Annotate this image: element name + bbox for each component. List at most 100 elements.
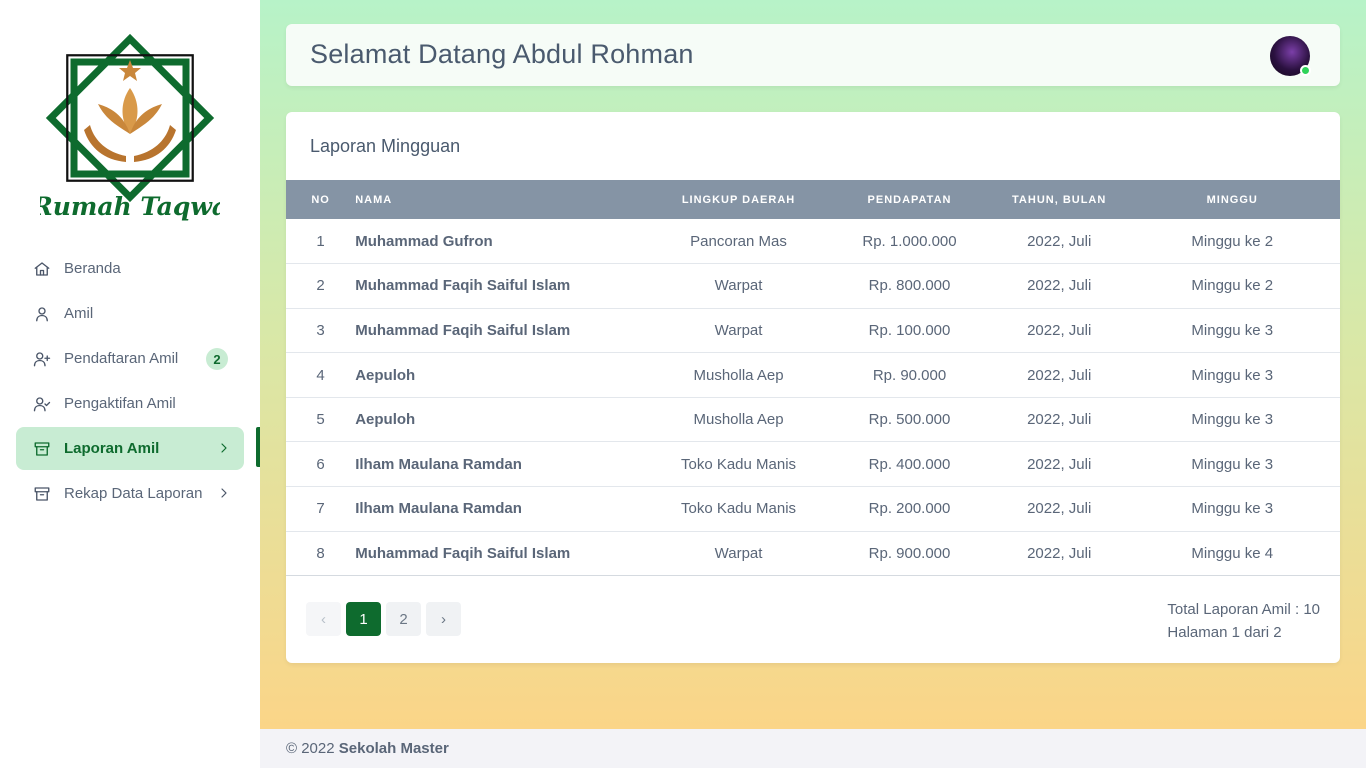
page-info-text: Halaman 1 dari 2 [1167, 624, 1282, 641]
next-page-button[interactable]: › [426, 602, 461, 636]
sidebar-item-beranda[interactable]: Beranda [16, 247, 244, 290]
cell-no: 7 [316, 500, 325, 518]
cell-minggu: Minggu ke 3 [1191, 455, 1274, 473]
previous-page-button[interactable]: ‹ [306, 602, 341, 636]
cell-nama: Muhammad Gufron [355, 232, 493, 250]
cell-no: 5 [316, 411, 325, 429]
sidebar: Rumah Taqwa Beranda Amil Pendaftaran Ami… [0, 0, 260, 768]
cell-lingkup-daerah: Toko Kadu Manis [680, 500, 797, 518]
cell-tahun-bulan: 2022, Juli [1027, 544, 1092, 562]
cell-pendapatan: Rp. 400.000 [868, 455, 951, 473]
cell-minggu: Minggu ke 2 [1191, 277, 1274, 295]
cell-nama: Muhammad Faqih Saiful Islam [355, 277, 571, 295]
cell-pendapatan: Rp. 90.000 [872, 366, 947, 384]
sidebar-item-label: Laporan Amil [64, 440, 160, 457]
archive-icon [32, 484, 52, 504]
pending-count-badge: 2 [206, 348, 228, 370]
cell-no: 1 [316, 232, 325, 250]
cell-lingkup-daerah: Warpat [714, 321, 763, 339]
cell-pendapatan: Rp. 500.000 [868, 411, 951, 429]
cell-nama: Aepuloh [355, 366, 416, 384]
table-header-row: NO NAMA LINGKUP DAERAH PENDAPATAN TAHUN,… [286, 180, 1340, 219]
sidebar-item-rekap-data-laporan[interactable]: Rekap Data Laporan [16, 472, 244, 515]
cell-pendapatan: Rp. 900.000 [868, 544, 951, 562]
column-header-nama[interactable]: NAMA [355, 180, 652, 219]
cell-pendapatan: Rp. 1.000.000 [862, 232, 957, 250]
cell-tahun-bulan: 2022, Juli [1027, 321, 1092, 339]
cell-nama: Ilham Maulana Ramdan [355, 500, 522, 518]
cell-lingkup-daerah: Toko Kadu Manis [680, 455, 797, 473]
table-row[interactable]: 1 Muhammad Gufron Pancoran Mas Rp. 1.000… [286, 219, 1340, 264]
cell-no: 6 [316, 455, 325, 473]
card-title: Laporan Mingguan [310, 136, 461, 156]
cell-pendapatan: Rp. 800.000 [868, 277, 951, 295]
cell-tahun-bulan: 2022, Juli [1027, 411, 1092, 429]
online-status-indicator [1300, 65, 1311, 76]
svg-text:Rumah Taqwa: Rumah Taqwa [40, 192, 220, 221]
report-table: NO NAMA LINGKUP DAERAH PENDAPATAN TAHUN,… [286, 180, 1340, 576]
sidebar-item-label: Pengaktifan Amil [64, 395, 176, 412]
footer-org-link[interactable]: Sekolah Master [339, 740, 449, 757]
table-row[interactable]: 4 Aepuloh Musholla Aep Rp. 90.000 2022, … [286, 353, 1340, 398]
table-row[interactable]: 2 Muhammad Faqih Saiful Islam Warpat Rp.… [286, 264, 1340, 309]
cell-lingkup-daerah: Musholla Aep [693, 411, 784, 429]
user-plus-icon [32, 349, 52, 369]
weekly-report-card: Laporan Mingguan NO NAMA LINGKUP DAERAH … [286, 112, 1340, 663]
cell-minggu: Minggu ke 3 [1191, 321, 1274, 339]
welcome-header: Selamat Datang Abdul Rohman [286, 24, 1340, 86]
footer: © 2022 Sekolah Master [260, 729, 1366, 768]
table-row[interactable]: 6 Ilham Maulana Ramdan Toko Kadu Manis R… [286, 442, 1340, 487]
main-content: Selamat Datang Abdul Rohman Laporan Ming… [260, 0, 1366, 729]
cell-minggu: Minggu ke 4 [1191, 544, 1274, 562]
total-reports-text: Total Laporan Amil : 10 [1167, 601, 1320, 618]
chevron-right-icon [216, 440, 232, 456]
sidebar-item-pengaktifan-amil[interactable]: Pengaktifan Amil [16, 382, 244, 425]
table-row[interactable]: 8 Muhammad Faqih Saiful Islam Warpat Rp.… [286, 531, 1340, 576]
cell-nama: Ilham Maulana Ramdan [355, 455, 522, 473]
column-header-lingkup-daerah[interactable]: LINGKUP DAERAH [652, 180, 825, 219]
page-1-button[interactable]: 1 [346, 602, 381, 636]
cell-no: 8 [316, 544, 325, 562]
avatar[interactable] [1270, 36, 1311, 76]
cell-lingkup-daerah: Warpat [714, 544, 763, 562]
cell-minggu: Minggu ke 3 [1191, 411, 1274, 429]
sidebar-item-label: Amil [64, 305, 94, 322]
copyright-text: © 2022 Sekolah Master [286, 740, 449, 757]
sidebar-item-label: Pendaftaran Amil [64, 350, 179, 367]
cell-minggu: Minggu ke 2 [1191, 232, 1274, 250]
cell-lingkup-daerah: Musholla Aep [693, 366, 784, 384]
home-icon [32, 259, 52, 279]
cell-lingkup-daerah: Pancoran Mas [690, 232, 787, 250]
column-header-tahun-bulan[interactable]: TAHUN, BULAN [994, 180, 1125, 219]
sidebar-item-pendaftaran-amil[interactable]: Pendaftaran Amil 2 [16, 337, 244, 380]
sidebar-item-laporan-amil[interactable]: Laporan Amil [16, 427, 244, 470]
chevron-right-icon [216, 485, 232, 501]
column-header-no[interactable]: NO [286, 180, 355, 219]
table-row[interactable]: 5 Aepuloh Musholla Aep Rp. 500.000 2022,… [286, 397, 1340, 442]
cell-nama: Muhammad Faqih Saiful Islam [355, 321, 571, 339]
user-check-icon [32, 394, 52, 414]
cell-minggu: Minggu ke 3 [1191, 366, 1274, 384]
cell-no: 2 [316, 277, 325, 295]
page-title: Selamat Datang Abdul Rohman [310, 39, 694, 69]
user-icon [32, 304, 52, 324]
page-2-button[interactable]: 2 [386, 602, 421, 636]
cell-nama: Aepuloh [355, 411, 416, 429]
column-header-minggu[interactable]: MINGGU [1125, 180, 1340, 219]
cell-minggu: Minggu ke 3 [1191, 500, 1274, 518]
rumah-taqwa-logo[interactable]: Rumah Taqwa [31, 30, 228, 225]
table-row[interactable]: 3 Muhammad Faqih Saiful Islam Warpat Rp.… [286, 308, 1340, 353]
sidebar-item-label: Beranda [64, 260, 121, 277]
cell-tahun-bulan: 2022, Juli [1027, 366, 1092, 384]
cell-pendapatan: Rp. 100.000 [868, 321, 951, 339]
table-row[interactable]: 7 Ilham Maulana Ramdan Toko Kadu Manis R… [286, 487, 1340, 532]
sidebar-item-label: Rekap Data Laporan [64, 485, 203, 502]
cell-pendapatan: Rp. 200.000 [868, 500, 951, 518]
cell-nama: Muhammad Faqih Saiful Islam [355, 544, 571, 562]
cell-tahun-bulan: 2022, Juli [1027, 232, 1092, 250]
column-header-pendapatan[interactable]: PENDAPATAN [825, 180, 994, 219]
cell-no: 4 [316, 366, 325, 384]
sidebar-item-amil[interactable]: Amil [16, 292, 244, 335]
sidebar-nav: Beranda Amil Pendaftaran Amil 2 Pengakti… [16, 247, 244, 517]
cell-tahun-bulan: 2022, Juli [1027, 277, 1092, 295]
